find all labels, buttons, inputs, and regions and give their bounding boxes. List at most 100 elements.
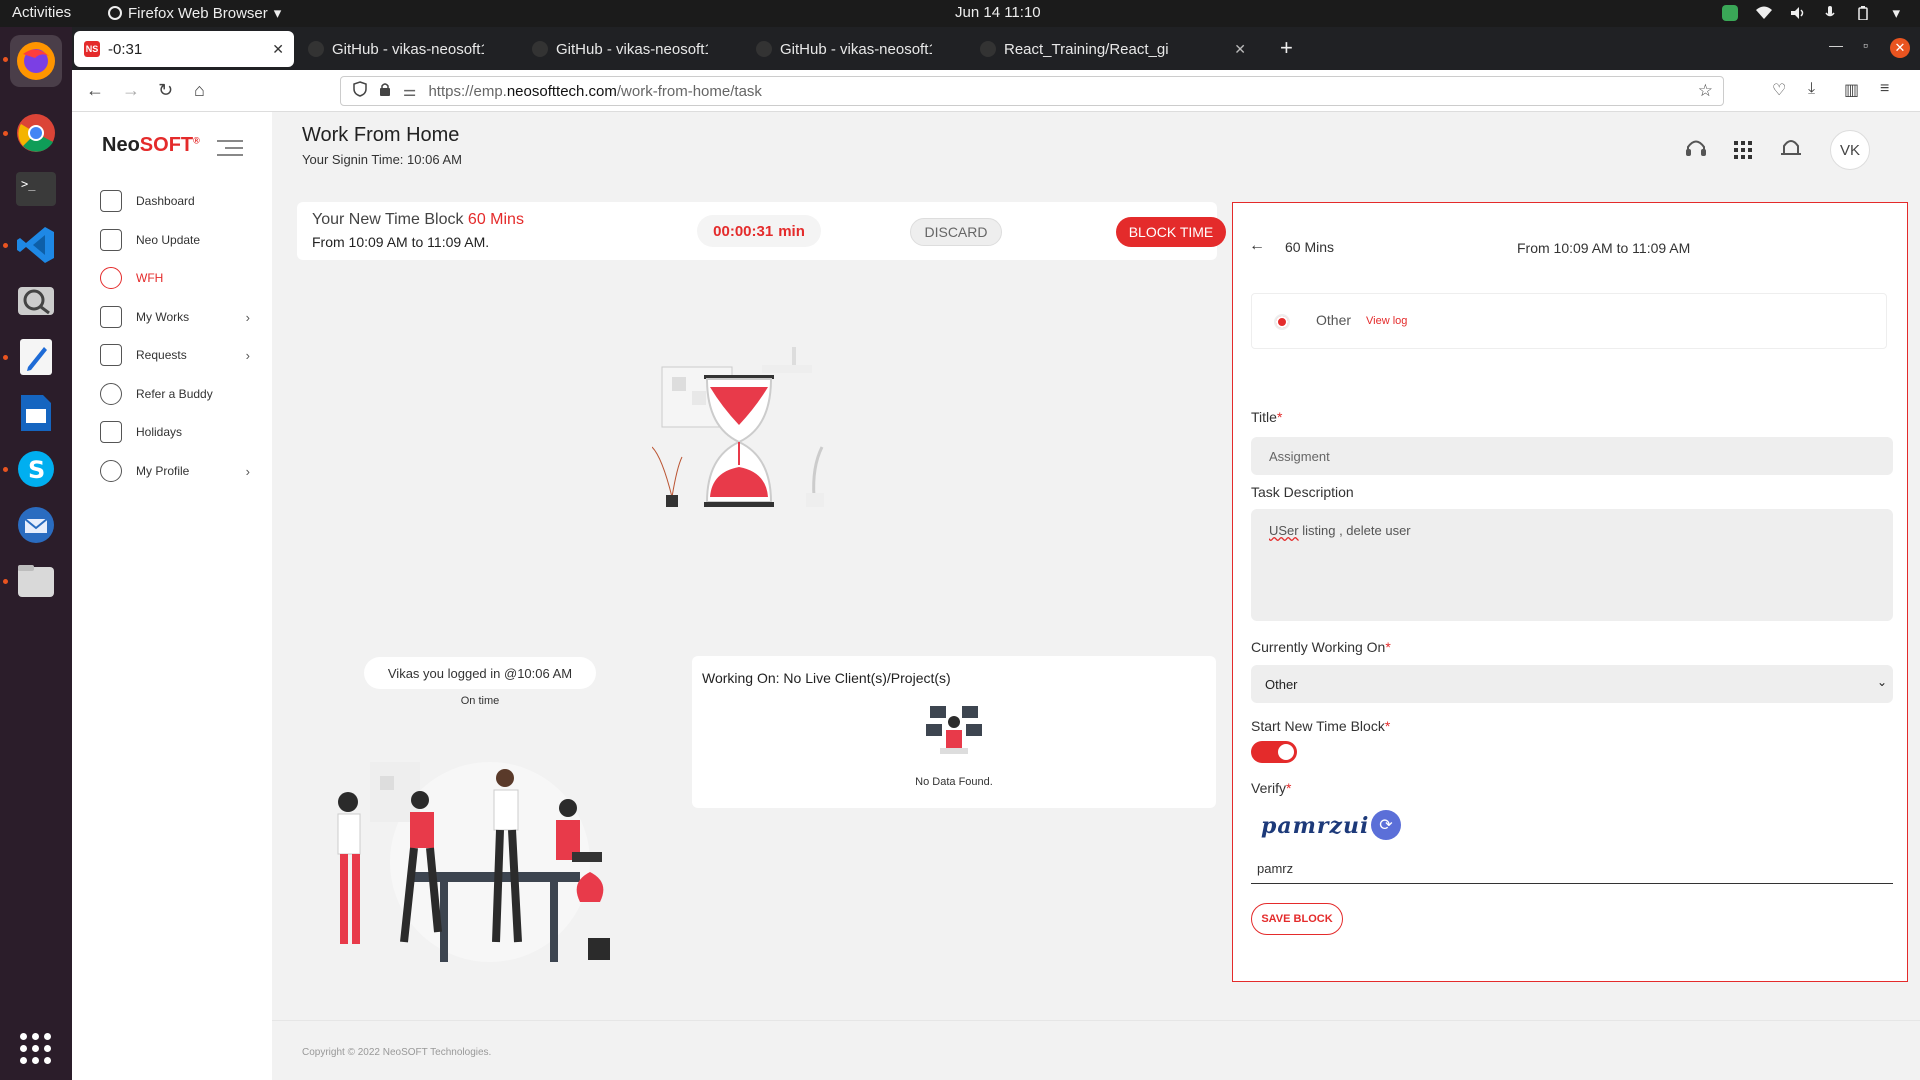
sidebar-toggle-icon[interactable]: ▥ (1844, 80, 1859, 100)
github-icon (532, 41, 548, 57)
block-time-button[interactable]: BLOCK TIME (1116, 217, 1226, 247)
chrome-dock-icon[interactable] (10, 107, 62, 159)
headset-icon[interactable] (1684, 136, 1708, 165)
title-input[interactable]: Assigment (1251, 437, 1893, 475)
power-menu-icon[interactable]: ▾ (1892, 4, 1900, 22)
status-indicator (1274, 314, 1290, 330)
home-icon[interactable]: ⌂ (194, 80, 205, 101)
chevron-right-icon: › (245, 309, 250, 325)
forward-arrow-icon[interactable]: → (122, 80, 140, 101)
no-data-text: No Data Found. (915, 776, 993, 788)
pocket-icon[interactable]: ♡ (1772, 80, 1786, 100)
window-close-button[interactable]: ✕ (1890, 38, 1910, 58)
team-meeting-illustration (337, 762, 610, 962)
sidebar-item-my-works[interactable]: My Works › (100, 304, 250, 330)
captcha-refresh-icon[interactable]: ⟳ (1371, 810, 1401, 840)
clock[interactable]: Jun 14 11:10 (955, 4, 1041, 21)
tab-github-2[interactable]: GitHub - vikas-neosoft1/I ✕ (522, 31, 708, 67)
tab-neosoft[interactable]: NS -0:31 ✕ (74, 31, 294, 67)
thunderbird-dock-icon[interactable] (10, 499, 62, 551)
captcha-image: pamrzui (1261, 813, 1370, 839)
countdown-timer: 00:00:31 min (697, 215, 821, 247)
downloads-icon[interactable]: ⤓ (1808, 80, 1815, 98)
reload-icon[interactable]: ↻ (158, 80, 173, 101)
time-block-title: Your New Time Block 60 Mins (312, 211, 524, 228)
vscode-dock-icon[interactable] (10, 219, 62, 271)
maximize-button[interactable]: ▫ (1863, 37, 1868, 53)
tab-github-3[interactable]: GitHub - vikas-neosoft1/r ✕ (746, 31, 932, 67)
apps-grid-icon[interactable] (1734, 141, 1752, 159)
files-dock-icon[interactable] (10, 555, 62, 607)
neosoft-logo[interactable]: NeoSOFT® (102, 134, 200, 157)
requests-icon (100, 344, 122, 366)
sidebar-item-dashboard[interactable]: Dashboard (100, 188, 250, 214)
new-tab-button[interactable]: + (1280, 35, 1293, 61)
main-content: Work From Home Your Signin Time: 10:06 A… (272, 112, 1920, 1080)
microphone-icon (1824, 6, 1840, 20)
back-arrow-icon[interactable]: ← (86, 80, 104, 101)
tab-react-training[interactable]: React_Training/React_gi ✕ (970, 31, 1256, 67)
libreoffice-impress-dock-icon[interactable] (10, 387, 62, 439)
tab-close-icon[interactable]: ✕ (1228, 41, 1246, 58)
search-dock-icon[interactable] (10, 275, 62, 327)
view-log-link[interactable]: View log (1366, 315, 1407, 327)
dashboard-icon (100, 190, 122, 212)
sidebar-item-wfh[interactable]: WFH (100, 265, 250, 291)
url-bar[interactable]: ⚌ https://emp.neosofttech.com/work-from-… (340, 76, 1724, 106)
sidebar-item-my-profile[interactable]: My Profile › (100, 458, 250, 484)
sidebar-collapse-icon[interactable] (217, 140, 243, 161)
title-label: Title* (1251, 409, 1283, 425)
tab-label: GitHub - vikas-neosoft1/a (332, 40, 484, 58)
sidebar-item-label: Neo Update (136, 233, 201, 247)
sidebar-item-refer-a-buddy[interactable]: Refer a Buddy (100, 381, 250, 407)
lock-icon[interactable] (379, 82, 391, 100)
permissions-icon[interactable]: ⚌ (403, 82, 416, 100)
sidebar-item-neo-update[interactable]: Neo Update (100, 227, 250, 253)
skype-dock-icon[interactable]: S (10, 443, 62, 495)
terminal-dock-icon[interactable]: >_ (10, 163, 62, 215)
working-on-select[interactable]: Other ⌄ (1251, 665, 1893, 703)
system-topbar: Activities Firefox Web Browser ▾ Jun 14 … (0, 0, 1920, 27)
chevron-down-icon: ⌄ (1876, 675, 1887, 689)
sidebar-item-label: WFH (136, 271, 164, 285)
update-icon[interactable] (1722, 5, 1739, 21)
tab-github-1[interactable]: GitHub - vikas-neosoft1/a ✕ (298, 31, 484, 67)
system-tray[interactable]: ▾ (1722, 4, 1900, 22)
sidebar-item-label: Dashboard (136, 194, 195, 208)
svg-text:S: S (28, 456, 45, 484)
app-menu[interactable]: Firefox Web Browser ▾ (108, 4, 281, 22)
login-message: Vikas you logged in @10:06 AM (364, 657, 596, 689)
user-avatar[interactable]: VK (1830, 130, 1870, 170)
time-block-range: From 10:09 AM to 11:09 AM. (312, 234, 490, 250)
discard-button[interactable]: DISCARD (910, 218, 1002, 246)
shield-icon[interactable] (353, 81, 367, 101)
back-arrow-icon[interactable]: ← (1249, 237, 1265, 255)
start-block-toggle[interactable] (1251, 741, 1297, 763)
sidebar-item-holidays[interactable]: Holidays (100, 419, 250, 445)
time-block-bar: Your New Time Block 60 Mins From 10:09 A… (297, 202, 1226, 260)
menu-hamburger-icon[interactable]: ≡ (1880, 80, 1889, 98)
firefox-dock-icon[interactable] (10, 35, 62, 87)
verify-label: Verify* (1251, 780, 1292, 796)
works-icon (100, 306, 122, 328)
wfh-icon (100, 267, 122, 289)
show-applications-icon[interactable] (20, 1033, 51, 1064)
holidays-icon (100, 421, 122, 443)
browser-tab-bar: NS -0:31 ✕ GitHub - vikas-neosoft1/a ✕ G… (72, 27, 1920, 70)
tab-close-icon[interactable]: ✕ (266, 41, 284, 58)
task-description-textarea[interactable]: USer listing , delete user (1251, 509, 1893, 621)
sidebar-item-label: Requests (136, 348, 187, 362)
page-title: Work From Home (302, 124, 460, 146)
captcha-input[interactable]: pamrz (1251, 854, 1893, 884)
github-icon (980, 41, 996, 57)
minimize-button[interactable]: — (1829, 37, 1843, 53)
app-sidebar: NeoSOFT® Dashboard Neo Update WFH My Wor… (72, 112, 272, 1080)
activities-button[interactable]: Activities (12, 4, 71, 21)
bookmark-star-icon[interactable]: ☆ (1698, 81, 1713, 101)
notification-bell-icon[interactable] (1778, 135, 1804, 166)
text-editor-dock-icon[interactable] (10, 331, 62, 383)
url-text: https://emp.neosofttech.com/work-from-ho… (428, 82, 762, 100)
sidebar-item-requests[interactable]: Requests › (100, 342, 250, 368)
tab-label: GitHub - vikas-neosoft1/I (556, 40, 708, 58)
save-block-button[interactable]: SAVE BLOCK (1251, 903, 1343, 935)
